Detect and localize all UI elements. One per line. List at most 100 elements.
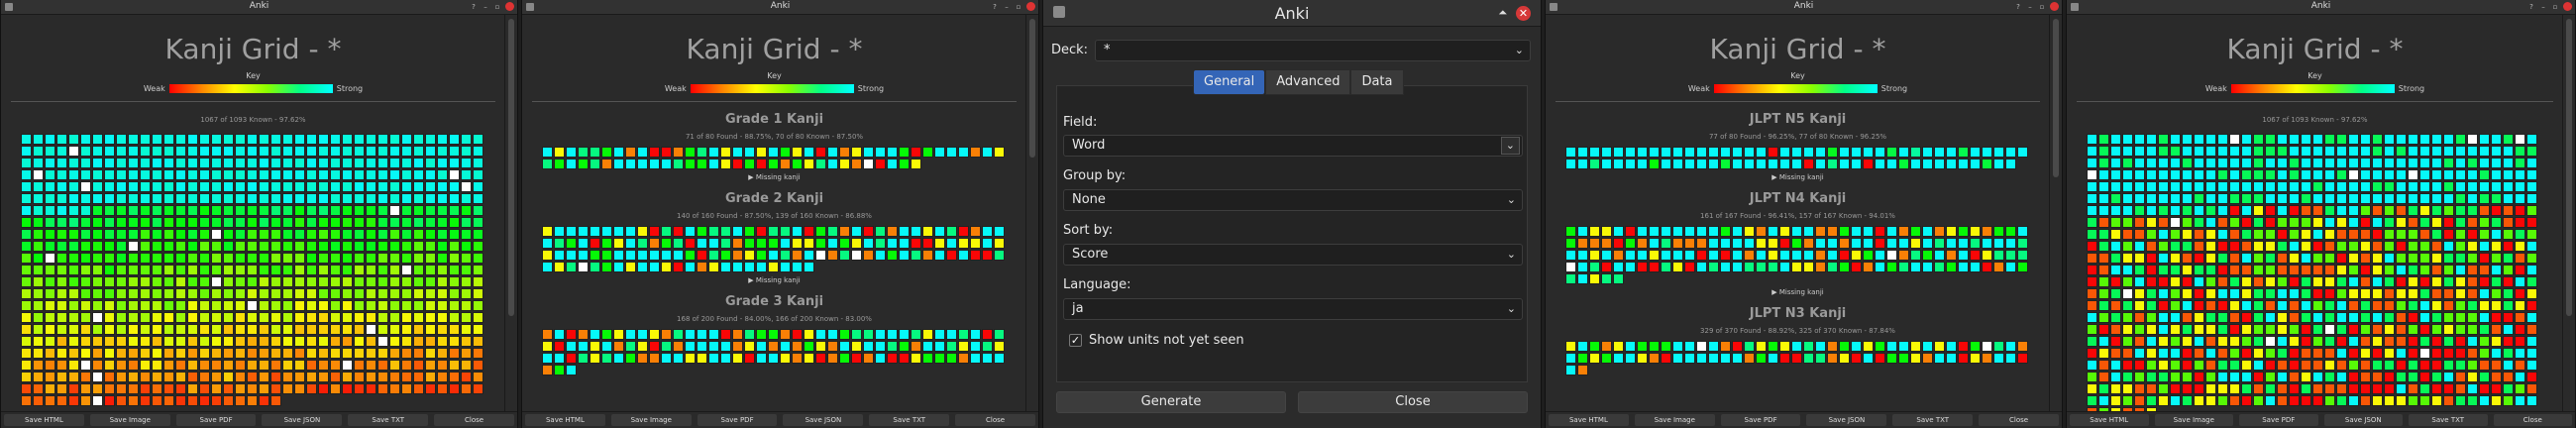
kanji-cell bbox=[1910, 238, 1921, 249]
title-bar[interactable]: Anki ? – ▫ bbox=[522, 0, 1038, 15]
kanji-cell bbox=[104, 169, 115, 180]
maximize-icon[interactable]: ▫ bbox=[493, 3, 501, 11]
help-icon[interactable]: ? bbox=[2014, 3, 2022, 11]
kanji-cell bbox=[1827, 353, 1838, 364]
tab-data[interactable]: Data bbox=[1350, 69, 1404, 95]
close-icon[interactable] bbox=[505, 2, 514, 11]
kanji-cell bbox=[187, 348, 198, 359]
language-select[interactable]: ja ⌄ bbox=[1063, 298, 1523, 320]
minimize-icon[interactable]: – bbox=[2026, 3, 2034, 11]
kanji-cell bbox=[768, 147, 779, 158]
show-unseen-checkbox[interactable]: ✓ bbox=[1069, 334, 1082, 347]
minimize-icon[interactable]: – bbox=[2539, 3, 2547, 11]
title-bar[interactable]: Anki ? – ▫ bbox=[2067, 0, 2575, 15]
minimize-icon[interactable]: – bbox=[482, 3, 489, 11]
kanji-cell bbox=[2301, 146, 2311, 157]
kanji-cell bbox=[116, 383, 127, 394]
save-pdf-button[interactable]: Save PDF bbox=[2239, 414, 2318, 426]
close-button[interactable]: Close bbox=[434, 414, 514, 426]
save-json-button[interactable]: Save JSON bbox=[1806, 414, 1887, 426]
save-pdf-button[interactable]: Save PDF bbox=[175, 414, 257, 426]
save-html-button[interactable]: Save HTML bbox=[4, 414, 84, 426]
save-image-button[interactable]: Save Image bbox=[610, 414, 692, 426]
groupby-select[interactable]: None ⌄ bbox=[1063, 189, 1523, 211]
save-txt-button[interactable]: Save TXT bbox=[348, 414, 429, 426]
scrollbar-thumb[interactable] bbox=[2053, 19, 2059, 177]
tab-general[interactable]: General bbox=[1193, 69, 1266, 95]
minimize-icon[interactable]: – bbox=[1003, 3, 1011, 11]
kanji-cell bbox=[366, 324, 376, 335]
save-txt-button[interactable]: Save TXT bbox=[2409, 414, 2488, 426]
tab-advanced[interactable]: Advanced bbox=[1265, 69, 1351, 95]
save-json-button[interactable]: Save JSON bbox=[783, 414, 864, 426]
kanji-cell bbox=[2515, 395, 2525, 406]
missing-kanji-toggle[interactable]: ▶ Missing kanji bbox=[1546, 173, 2050, 181]
save-json-button[interactable]: Save JSON bbox=[2323, 414, 2403, 426]
kanji-cell bbox=[1744, 159, 1755, 169]
kanji-cell bbox=[2419, 146, 2430, 157]
missing-kanji-toggle[interactable]: ▶ Missing kanji bbox=[1546, 288, 2050, 296]
kanji-cell bbox=[2443, 336, 2454, 347]
kanji-cell bbox=[2217, 336, 2228, 347]
close-icon[interactable] bbox=[2563, 2, 2572, 11]
kanji-cell bbox=[649, 353, 660, 364]
missing-kanji-toggle[interactable]: ▶ Missing kanji bbox=[522, 173, 1026, 181]
maximize-icon[interactable]: ▫ bbox=[2551, 3, 2559, 11]
help-icon[interactable]: ? bbox=[2527, 3, 2535, 11]
keep-above-icon[interactable]: ⏶ bbox=[1498, 6, 1507, 20]
kanji-cell bbox=[2134, 205, 2145, 216]
scrollbar-thumb[interactable] bbox=[2566, 19, 2572, 316]
title-bar[interactable]: Anki ? – ▫ bbox=[1, 0, 517, 15]
scrollbar-thumb[interactable] bbox=[508, 19, 514, 316]
close-button[interactable]: Close bbox=[2493, 414, 2572, 426]
save-json-button[interactable]: Save JSON bbox=[262, 414, 343, 426]
close-button[interactable]: Close bbox=[1298, 391, 1528, 413]
scrollbar[interactable] bbox=[2049, 15, 2062, 412]
kanji-grid bbox=[1565, 226, 2030, 284]
save-image-button[interactable]: Save Image bbox=[1634, 414, 1715, 426]
kanji-cell bbox=[425, 205, 436, 216]
scrollbar[interactable] bbox=[504, 15, 517, 412]
kanji-cell bbox=[2289, 312, 2300, 323]
close-icon[interactable] bbox=[2050, 2, 2059, 11]
maximize-icon[interactable]: ▫ bbox=[1015, 3, 1022, 11]
kanji-cell bbox=[708, 341, 719, 352]
kanji-cell bbox=[1768, 238, 1778, 249]
save-html-button[interactable]: Save HTML bbox=[525, 414, 605, 426]
kanji-cell bbox=[259, 229, 269, 240]
close-icon[interactable] bbox=[1026, 2, 1035, 11]
kanji-cell bbox=[152, 146, 162, 157]
close-icon[interactable]: ✕ bbox=[1516, 6, 1531, 21]
sortby-select[interactable]: Score ⌄ bbox=[1063, 244, 1523, 266]
kanji-cell bbox=[2205, 181, 2216, 192]
kanji-cell bbox=[306, 241, 317, 252]
dialog-title-bar[interactable]: Anki ⏶ ✕ bbox=[1043, 0, 1541, 27]
kanji-cell bbox=[2384, 205, 2395, 216]
help-icon[interactable]: ? bbox=[991, 3, 999, 11]
save-html-button[interactable]: Save HTML bbox=[1549, 414, 1629, 426]
save-pdf-button[interactable]: Save PDF bbox=[1720, 414, 1801, 426]
missing-kanji-toggle[interactable]: ▶ Missing kanji bbox=[522, 276, 1026, 284]
save-pdf-button[interactable]: Save PDF bbox=[697, 414, 778, 426]
close-button[interactable]: Close bbox=[955, 414, 1035, 426]
save-image-button[interactable]: Save Image bbox=[2154, 414, 2233, 426]
save-txt-button[interactable]: Save TXT bbox=[869, 414, 950, 426]
field-select[interactable]: Word ⌄ bbox=[1063, 135, 1523, 157]
close-button[interactable]: Close bbox=[1979, 414, 2059, 426]
scrollbar-thumb[interactable] bbox=[1029, 19, 1035, 158]
kanji-cell bbox=[187, 193, 198, 204]
title-bar[interactable]: Anki ? – ▫ bbox=[1546, 0, 2062, 15]
scrollbar[interactable] bbox=[2562, 15, 2575, 412]
generate-button[interactable]: Generate bbox=[1056, 391, 1286, 413]
strong-label: Strong bbox=[857, 84, 885, 93]
save-image-button[interactable]: Save Image bbox=[89, 414, 170, 426]
help-icon[interactable]: ? bbox=[470, 3, 478, 11]
deck-select[interactable]: * ⌄ bbox=[1095, 40, 1531, 61]
save-txt-button[interactable]: Save TXT bbox=[1892, 414, 1974, 426]
scrollbar[interactable] bbox=[1025, 15, 1038, 412]
kanji-cell bbox=[554, 262, 565, 272]
maximize-icon[interactable]: ▫ bbox=[2038, 3, 2046, 11]
kanji-cell bbox=[744, 147, 755, 158]
save-html-button[interactable]: Save HTML bbox=[2070, 414, 2149, 426]
kanji-cell bbox=[425, 288, 436, 299]
